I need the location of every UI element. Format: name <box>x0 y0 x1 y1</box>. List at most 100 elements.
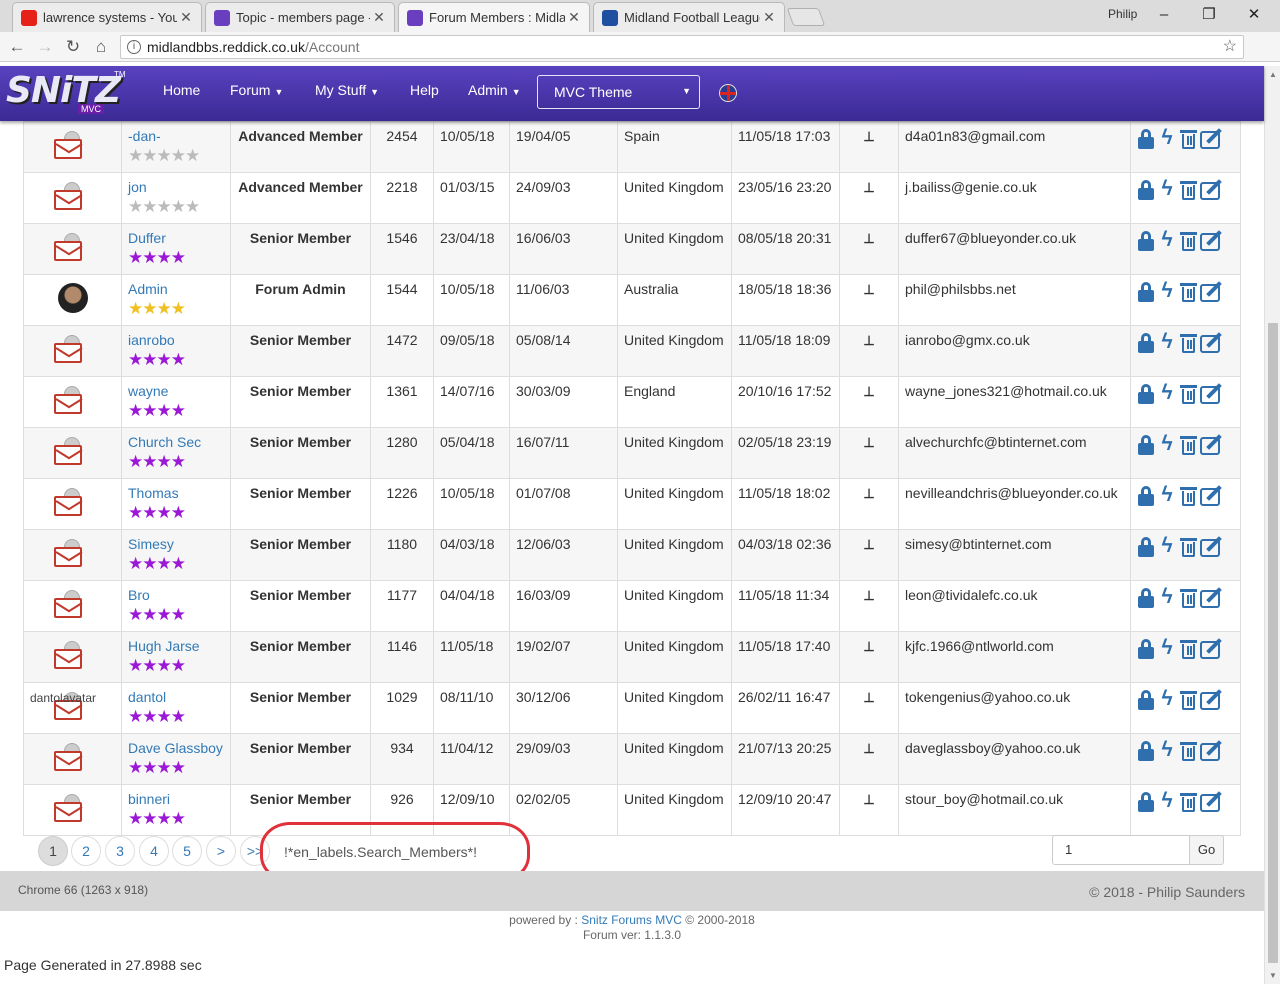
member-name-link[interactable]: ianrobo <box>128 332 224 348</box>
member-name-link[interactable]: Dave Glassboy <box>128 740 224 756</box>
edit-icon[interactable] <box>1199 433 1225 455</box>
trash-icon[interactable] <box>1178 382 1198 404</box>
edit-icon[interactable] <box>1199 229 1225 251</box>
email-icon[interactable] <box>54 641 84 671</box>
sitemap-icon[interactable]: ⊥ <box>863 690 874 706</box>
email-icon[interactable] <box>54 488 84 518</box>
sitemap-icon[interactable]: ⊥ <box>863 384 874 400</box>
trash-icon[interactable] <box>1178 484 1198 506</box>
lock-icon[interactable] <box>1136 433 1156 455</box>
sitemap-icon[interactable]: ⊥ <box>863 639 874 655</box>
email-icon[interactable] <box>54 590 84 620</box>
sitemap-icon[interactable]: ⊥ <box>863 231 874 247</box>
bolt-icon[interactable]: ϟ <box>1157 739 1177 761</box>
bolt-icon[interactable]: ϟ <box>1157 280 1177 302</box>
minimize-icon[interactable]: – <box>1150 4 1178 26</box>
member-name-link[interactable]: Hugh Jarse <box>128 638 224 654</box>
member-name-link[interactable]: Admin <box>128 281 224 297</box>
sitemap-icon[interactable]: ⊥ <box>863 333 874 349</box>
edit-icon[interactable] <box>1199 127 1225 149</box>
profile-name[interactable]: Philip <box>1108 7 1137 21</box>
lock-icon[interactable] <box>1136 484 1156 506</box>
trash-icon[interactable] <box>1178 433 1198 455</box>
trash-icon[interactable] <box>1178 688 1198 710</box>
email-icon[interactable] <box>54 131 84 161</box>
snitz-link[interactable]: Snitz Forums MVC <box>581 913 682 927</box>
browser-tab[interactable]: lawrence systems - YouTu ✕ <box>12 2 202 32</box>
sitemap-icon[interactable]: ⊥ <box>863 129 874 145</box>
nav-help[interactable]: Help <box>410 82 439 98</box>
lock-icon[interactable] <box>1136 688 1156 710</box>
edit-icon[interactable] <box>1199 790 1225 812</box>
theme-select[interactable]: MVC Theme ▼ <box>537 75 700 109</box>
page-scrollbar[interactable]: ▲ ▼ <box>1264 66 1280 984</box>
site-info-icon[interactable]: i <box>127 40 141 54</box>
window-close-icon[interactable]: ✕ <box>1240 4 1268 26</box>
page-button-4[interactable]: 4 <box>139 836 169 866</box>
lock-icon[interactable] <box>1136 790 1156 812</box>
nav-forum[interactable]: Forum ▼ <box>230 82 283 98</box>
reload-icon[interactable]: ↻ <box>61 35 85 59</box>
sitemap-icon[interactable]: ⊥ <box>863 741 874 757</box>
edit-icon[interactable] <box>1199 382 1225 404</box>
edit-icon[interactable] <box>1199 331 1225 353</box>
next-page-button[interactable]: > <box>206 836 236 866</box>
edit-icon[interactable] <box>1199 178 1225 200</box>
member-name-link[interactable]: wayne <box>128 383 224 399</box>
goto-page-input[interactable]: 1 <box>1052 835 1190 865</box>
member-name-link[interactable]: Duffer <box>128 230 224 246</box>
browser-tab[interactable]: Topic - members page - r ✕ <box>205 2 395 32</box>
lock-icon[interactable] <box>1136 739 1156 761</box>
site-logo[interactable]: SNiTZ MVC TM <box>6 70 126 116</box>
trash-icon[interactable] <box>1178 739 1198 761</box>
lock-icon[interactable] <box>1136 382 1156 404</box>
email-icon[interactable] <box>54 182 84 212</box>
email-icon[interactable] <box>54 794 84 824</box>
bolt-icon[interactable]: ϟ <box>1157 535 1177 557</box>
sitemap-icon[interactable]: ⊥ <box>863 792 874 808</box>
trash-icon[interactable] <box>1178 127 1198 149</box>
member-name-link[interactable]: binneri <box>128 791 224 807</box>
edit-icon[interactable] <box>1199 535 1225 557</box>
trash-icon[interactable] <box>1178 280 1198 302</box>
bolt-icon[interactable]: ϟ <box>1157 331 1177 353</box>
browser-tab[interactable]: Midland Football League ✕ <box>593 2 785 32</box>
close-icon[interactable]: ✕ <box>177 9 195 26</box>
page-button-5[interactable]: 5 <box>172 836 202 866</box>
trash-icon[interactable] <box>1178 178 1198 200</box>
new-tab-button[interactable] <box>786 8 826 26</box>
lock-icon[interactable] <box>1136 586 1156 608</box>
browser-tab-active[interactable]: Forum Members : Midlan ✕ <box>398 2 590 32</box>
lock-icon[interactable] <box>1136 331 1156 353</box>
bolt-icon[interactable]: ϟ <box>1157 484 1177 506</box>
page-button-2[interactable]: 2 <box>71 836 101 866</box>
lock-icon[interactable] <box>1136 229 1156 251</box>
sitemap-icon[interactable]: ⊥ <box>863 282 874 298</box>
trash-icon[interactable] <box>1178 229 1198 251</box>
email-icon[interactable] <box>54 335 84 365</box>
bolt-icon[interactable]: ϟ <box>1157 178 1177 200</box>
back-arrow-icon[interactable]: ← <box>5 35 29 59</box>
lock-icon[interactable] <box>1136 535 1156 557</box>
bolt-icon[interactable]: ϟ <box>1157 127 1177 149</box>
trash-icon[interactable] <box>1178 535 1198 557</box>
sitemap-icon[interactable]: ⊥ <box>863 486 874 502</box>
member-name-link[interactable]: Thomas <box>128 485 224 501</box>
member-name-link[interactable]: dantol <box>128 689 224 705</box>
sitemap-icon[interactable]: ⊥ <box>863 588 874 604</box>
bolt-icon[interactable]: ϟ <box>1157 229 1177 251</box>
email-icon[interactable] <box>54 386 84 416</box>
close-icon[interactable]: ✕ <box>370 9 388 26</box>
nav-my-stuff[interactable]: My Stuff ▼ <box>315 82 379 98</box>
edit-icon[interactable] <box>1199 688 1225 710</box>
email-icon[interactable] <box>54 233 84 263</box>
trash-icon[interactable] <box>1178 790 1198 812</box>
trash-icon[interactable] <box>1178 331 1198 353</box>
member-name-link[interactable]: -dan- <box>128 128 224 144</box>
member-name-link[interactable]: Bro <box>128 587 224 603</box>
bolt-icon[interactable]: ϟ <box>1157 790 1177 812</box>
scrollbar-thumb[interactable] <box>1268 323 1278 963</box>
email-icon[interactable] <box>54 437 84 467</box>
uk-flag-icon[interactable] <box>719 84 737 102</box>
close-icon[interactable]: ✕ <box>760 9 778 26</box>
